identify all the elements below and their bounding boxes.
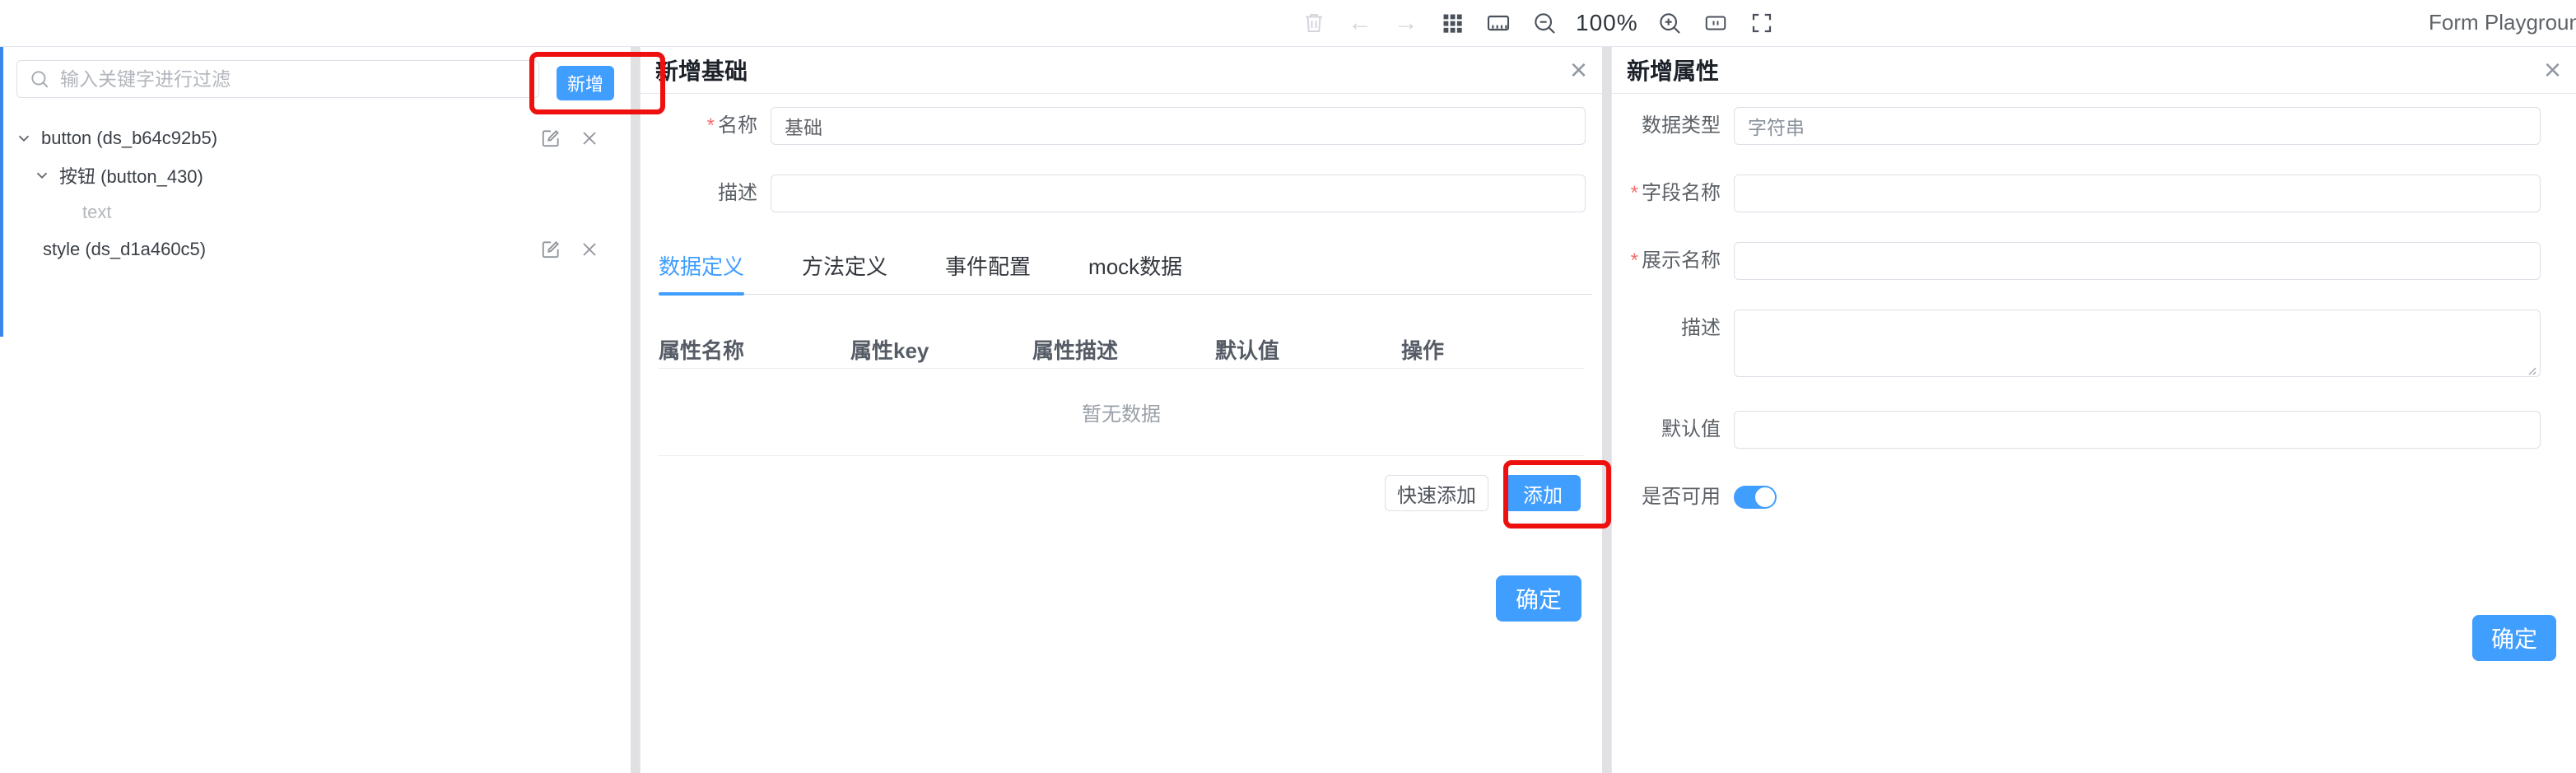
chevron-down-icon[interactable] — [33, 166, 51, 184]
search-icon — [29, 68, 50, 90]
tab-method-definition[interactable]: 方法定义 — [802, 250, 887, 294]
tree-item-anniu[interactable]: 按钮 (button_430) — [0, 156, 626, 193]
tree-search-box — [16, 60, 539, 98]
delete-x-icon[interactable] — [580, 128, 599, 148]
tree-item-label: button (ds_b64c92b5) — [41, 128, 217, 149]
tree-item-label: style (ds_d1a460c5) — [43, 239, 206, 260]
tree-item-text[interactable]: text — [0, 193, 626, 231]
desc-textarea[interactable] — [1734, 310, 2541, 377]
dialog-title: 新增基础 — [655, 54, 748, 86]
field-label: *字段名称 — [1612, 175, 1734, 212]
field-label: 数据类型 — [1612, 107, 1734, 145]
redo-icon[interactable]: → — [1391, 8, 1421, 38]
chevron-down-icon[interactable] — [15, 129, 33, 147]
form-row-desc: 描述 — [649, 175, 1592, 212]
zoom-out-icon[interactable] — [1530, 8, 1559, 38]
toggle-knob — [1755, 487, 1775, 507]
quick-add-button[interactable]: 快速添加 — [1385, 475, 1488, 511]
confirm-button[interactable]: 确定 — [2472, 615, 2556, 661]
edit-icon[interactable] — [540, 128, 561, 149]
table-header-row: 属性名称 属性key 属性描述 默认值 操作 — [659, 331, 1584, 369]
field-label: 是否可用 — [1612, 478, 1734, 516]
field-label: 默认值 — [1612, 411, 1734, 449]
top-bar: ← → 100% Form — [0, 0, 2576, 46]
tree-row-actions — [540, 119, 599, 156]
data-type-select[interactable] — [1734, 107, 2541, 145]
desc-input[interactable] — [771, 175, 1586, 212]
delete-x-icon[interactable] — [580, 240, 599, 259]
panels-area: 新增 button (ds_b64c92b5) — [0, 46, 2576, 773]
tree-item-button[interactable]: button (ds_b64c92b5) — [0, 119, 626, 156]
field-label: 描述 — [649, 175, 771, 212]
properties-table: 属性名称 属性key 属性描述 默认值 操作 暂无数据 — [659, 331, 1584, 456]
form-row-default: 默认值 — [1612, 411, 2576, 449]
add-datasource-button[interactable]: 新增 — [557, 66, 614, 100]
dialog-body: 数据类型 *字段名称 *展示名称 描述 — [1612, 94, 2576, 516]
confirm-button[interactable]: 确定 — [1496, 575, 1581, 622]
column-header: 默认值 — [1215, 334, 1401, 365]
left-panel-scrollbar[interactable] — [631, 47, 640, 773]
undo-icon[interactable]: ← — [1345, 8, 1375, 38]
field-name-input[interactable] — [1734, 175, 2541, 212]
column-header: 操作 — [1401, 334, 1584, 365]
required-marker: * — [707, 114, 715, 137]
form-row-desc: 描述 — [1612, 310, 2576, 381]
add-property-button[interactable]: 添加 — [1505, 475, 1581, 511]
tree-item-label: 按钮 (button_430) — [59, 162, 203, 189]
dialog-title: 新增属性 — [1627, 54, 1719, 86]
display-name-input[interactable] — [1734, 242, 2541, 280]
app-title: Form Playground F — [2429, 10, 2576, 35]
close-icon[interactable]: × — [1570, 55, 1587, 85]
dialog-add-basic: 新增基础 × *名称 描述 数据定义 方法定义 事件配置 mock数据 属性名称 — [641, 47, 1602, 773]
zoom-in-icon[interactable] — [1655, 8, 1684, 38]
tree-item-label: text — [82, 202, 111, 223]
tab-event-config[interactable]: 事件配置 — [945, 250, 1031, 294]
fullscreen-icon[interactable] — [1747, 8, 1777, 38]
column-header: 属性名称 — [659, 334, 850, 365]
edit-icon[interactable] — [540, 239, 561, 260]
tree-item-style[interactable]: style (ds_d1a460c5) — [0, 231, 626, 268]
component-tree-panel: 新增 button (ds_b64c92b5) — [0, 47, 640, 773]
form-row-name: *名称 — [649, 107, 1592, 145]
textarea-wrap — [1734, 310, 2541, 381]
column-header: 属性描述 — [1032, 334, 1215, 365]
table-footer: 快速添加 添加 — [649, 475, 1581, 511]
required-marker: * — [1631, 249, 1638, 272]
middle-panel-scrollbar[interactable] — [1602, 47, 1611, 773]
tree-row-actions — [540, 231, 599, 268]
name-input[interactable] — [771, 107, 1586, 145]
column-header: 属性key — [850, 334, 1032, 365]
zoom-level: 100% — [1576, 10, 1638, 36]
dialog-body: *名称 描述 数据定义 方法定义 事件配置 mock数据 属性名称 属性key … — [641, 94, 1602, 511]
close-icon[interactable]: × — [2544, 55, 2561, 85]
dialog-header: 新增属性 × — [1612, 47, 2576, 94]
grid-icon[interactable] — [1437, 8, 1467, 38]
form-row-data-type: 数据类型 — [1612, 107, 2576, 145]
ruler-panel-icon[interactable] — [1484, 8, 1513, 38]
field-label: 描述 — [1612, 310, 1734, 347]
component-tree: button (ds_b64c92b5) 按钮 (button_430) tex… — [0, 119, 626, 268]
delete-icon[interactable] — [1299, 8, 1329, 38]
dialog-tabs: 数据定义 方法定义 事件配置 mock数据 — [659, 250, 1592, 295]
tab-data-definition[interactable]: 数据定义 — [659, 250, 744, 294]
form-row-enabled: 是否可用 — [1612, 478, 2576, 516]
enabled-toggle[interactable] — [1734, 486, 1777, 509]
required-marker: * — [1631, 182, 1638, 204]
dialog-add-attribute: 新增属性 × 数据类型 *字段名称 *展示名称 描述 — [1612, 47, 2576, 773]
tab-mock-data[interactable]: mock数据 — [1088, 250, 1182, 294]
form-row-field-name: *字段名称 — [1612, 175, 2576, 212]
split-panel-icon[interactable] — [1701, 8, 1731, 38]
search-input[interactable] — [60, 68, 527, 91]
field-label: *名称 — [649, 107, 771, 145]
default-value-input[interactable] — [1734, 411, 2541, 449]
canvas-toolbar: ← → 100% — [1299, 5, 1777, 41]
field-label: *展示名称 — [1612, 242, 1734, 280]
table-empty-text: 暂无数据 — [659, 369, 1584, 456]
dialog-header: 新增基础 × — [641, 47, 1602, 94]
form-row-display-name: *展示名称 — [1612, 242, 2576, 280]
